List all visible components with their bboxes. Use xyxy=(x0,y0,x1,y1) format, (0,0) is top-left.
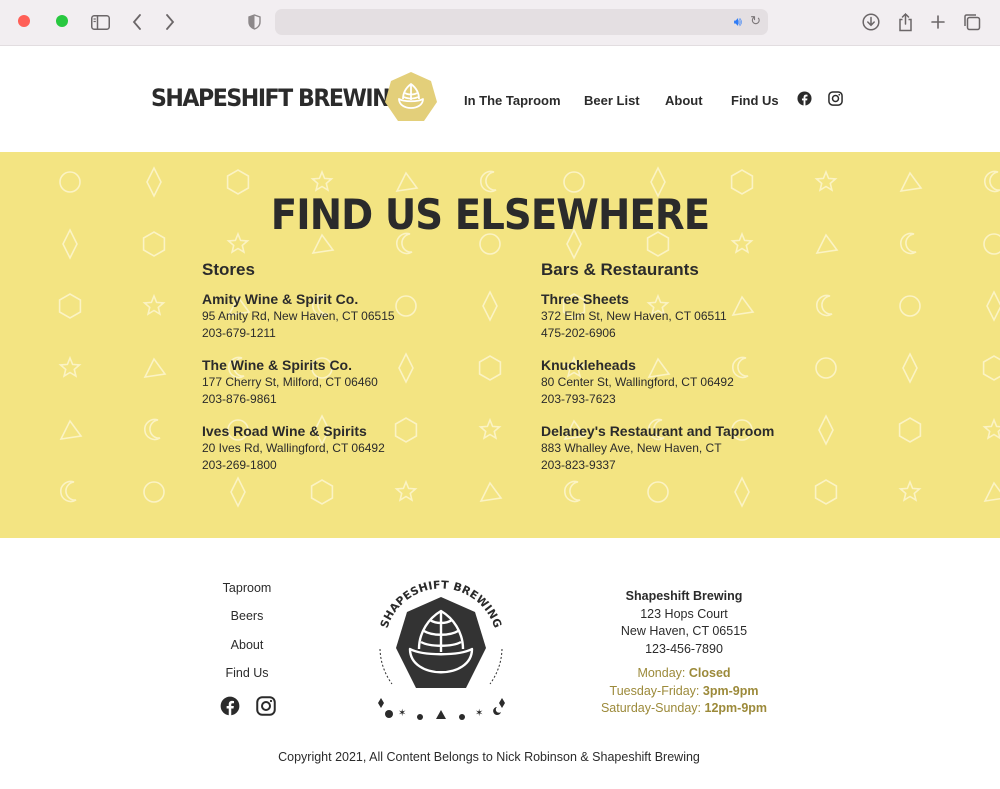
site-header: SHAPESHIFT BREWING In The Taproom Beer L… xyxy=(0,46,1000,152)
hours-days: Tuesday-Friday: xyxy=(609,683,700,698)
store-entry: Ives Road Wine & Spirits 20 Ives Rd, Wal… xyxy=(202,422,532,474)
store-address: 95 Amity Rd, New Haven, CT 06515 xyxy=(202,309,395,323)
facebook-icon[interactable] xyxy=(797,91,812,106)
downloads-icon[interactable] xyxy=(861,11,881,33)
footer-link-about[interactable]: About xyxy=(197,638,297,652)
address-bar[interactable]: 🔊︎ ↻ xyxy=(275,9,768,35)
svg-text:✶: ✶ xyxy=(398,708,406,719)
bar-entry: Delaney's Restaurant and Taproom 883 Wha… xyxy=(541,422,871,474)
bars-column: Bars & Restaurants Three Sheets 372 Elm … xyxy=(541,260,871,488)
speaker-icon[interactable]: 🔊︎ xyxy=(734,14,742,30)
back-icon[interactable] xyxy=(130,11,144,33)
footer-instagram-icon[interactable] xyxy=(256,696,276,716)
forward-icon[interactable] xyxy=(163,11,177,33)
store-entry: The Wine & Spirits Co. 177 Cherry St, Mi… xyxy=(202,356,532,408)
copyright-text: Copyright 2021, All Content Belongs to N… xyxy=(278,750,700,764)
bar-phone: 203-823-9337 xyxy=(541,458,616,472)
bar-entry: Three Sheets 372 Elm St, New Haven, CT 0… xyxy=(541,290,871,342)
hop-badge-logo[interactable] xyxy=(384,71,438,125)
brewery-address: Shapeshift Brewing 123 Hops Court New Ha… xyxy=(584,588,784,658)
new-tab-icon[interactable] xyxy=(929,11,947,33)
hours-time: 3pm-9pm xyxy=(702,683,759,698)
browser-toolbar: 🔊︎ ↻ xyxy=(0,0,1000,538)
footer-facebook-icon[interactable] xyxy=(220,696,240,716)
bar-address: 80 Center St, Wallingford, CT 06492 xyxy=(541,375,734,389)
privacy-shield-icon[interactable] xyxy=(246,11,262,33)
store-phone: 203-679-1211 xyxy=(202,326,276,340)
brewery-name: Shapeshift Brewing xyxy=(625,589,743,603)
bar-address: 883 Whalley Ave, New Haven, CT xyxy=(541,441,722,455)
share-icon[interactable] xyxy=(896,11,914,33)
hours-time: Closed xyxy=(688,666,731,680)
site-footer: Taproom Beers About Find Us SHAPESHIFT B… xyxy=(0,538,1000,789)
nav-link-beer-list[interactable]: Beer List xyxy=(584,93,640,108)
bar-phone: 475-202-6906 xyxy=(541,326,616,340)
section-title: FIND US ELSEWHERE xyxy=(270,190,710,239)
footer-link-taproom[interactable]: Taproom xyxy=(197,581,297,595)
zoom-window-button[interactable] xyxy=(56,15,68,27)
store-phone: 203-269-1800 xyxy=(202,458,277,472)
bar-phone: 203-793-7623 xyxy=(541,392,616,406)
hours-time: 12pm-9pm xyxy=(704,701,768,715)
store-phone: 203-876-9861 xyxy=(202,392,277,406)
store-entry: Amity Wine & Spirit Co. 95 Amity Rd, New… xyxy=(202,290,532,342)
bar-entry: Knuckleheads 80 Center St, Wallingford, … xyxy=(541,356,871,408)
bar-address: 372 Elm St, New Haven, CT 06511 xyxy=(541,309,727,323)
bar-name: Three Sheets xyxy=(541,291,629,307)
hours-days: Saturday-Sunday: xyxy=(600,701,702,715)
store-name: The Wine & Spirits Co. xyxy=(202,357,352,373)
brewery-street: 123 Hops Court xyxy=(640,606,728,621)
bars-heading: Bars & Restaurants xyxy=(541,260,699,279)
brewery-emblem: SHAPESHIFT BREWING ✶ ✶ xyxy=(378,578,505,720)
instagram-icon[interactable] xyxy=(828,91,843,106)
close-window-button[interactable] xyxy=(18,15,30,27)
tab-overview-icon[interactable] xyxy=(962,11,982,33)
bar-name: Delaney's Restaurant and Taproom xyxy=(541,423,775,439)
find-us-section: FIND US ELSEWHERE Stores Amity Wine & Sp… xyxy=(0,152,1000,538)
hours-row: Tuesday-Friday: 3pm-9pm xyxy=(584,683,784,701)
hours-days: Monday: xyxy=(637,666,686,680)
stores-column: Stores Amity Wine & Spirit Co. 95 Amity … xyxy=(202,260,532,488)
sidebar-toggle-icon[interactable] xyxy=(90,11,110,33)
stores-heading: Stores xyxy=(202,260,255,279)
reload-icon[interactable]: ↻ xyxy=(750,13,761,29)
nav-link-taproom[interactable]: In The Taproom xyxy=(464,93,561,108)
nav-link-about[interactable]: About xyxy=(665,93,703,108)
bar-name: Knuckleheads xyxy=(541,357,636,373)
brewery-city: New Haven, CT 06515 xyxy=(620,624,748,638)
store-name: Amity Wine & Spirit Co. xyxy=(202,291,359,307)
hours-block: Monday: Closed Tuesday-Friday: 3pm-9pm S… xyxy=(584,665,784,718)
nav-link-find-us[interactable]: Find Us xyxy=(731,93,779,108)
store-name: Ives Road Wine & Spirits xyxy=(202,423,367,439)
site-logo-wordmark[interactable]: SHAPESHIFT BREWING xyxy=(151,84,407,112)
store-address: 177 Cherry St, Milford, CT 06460 xyxy=(202,375,378,389)
brewery-phone: 123-456-7890 xyxy=(645,641,723,656)
store-address: 20 Ives Rd, Wallingford, CT 06492 xyxy=(202,441,385,455)
svg-text:✶: ✶ xyxy=(475,708,483,719)
footer-link-find-us[interactable]: Find Us xyxy=(197,666,297,680)
hours-row: Monday: Closed xyxy=(584,665,784,683)
footer-link-beers[interactable]: Beers xyxy=(197,609,297,623)
hours-row: Saturday-Sunday: 12pm-9pm xyxy=(584,700,784,718)
